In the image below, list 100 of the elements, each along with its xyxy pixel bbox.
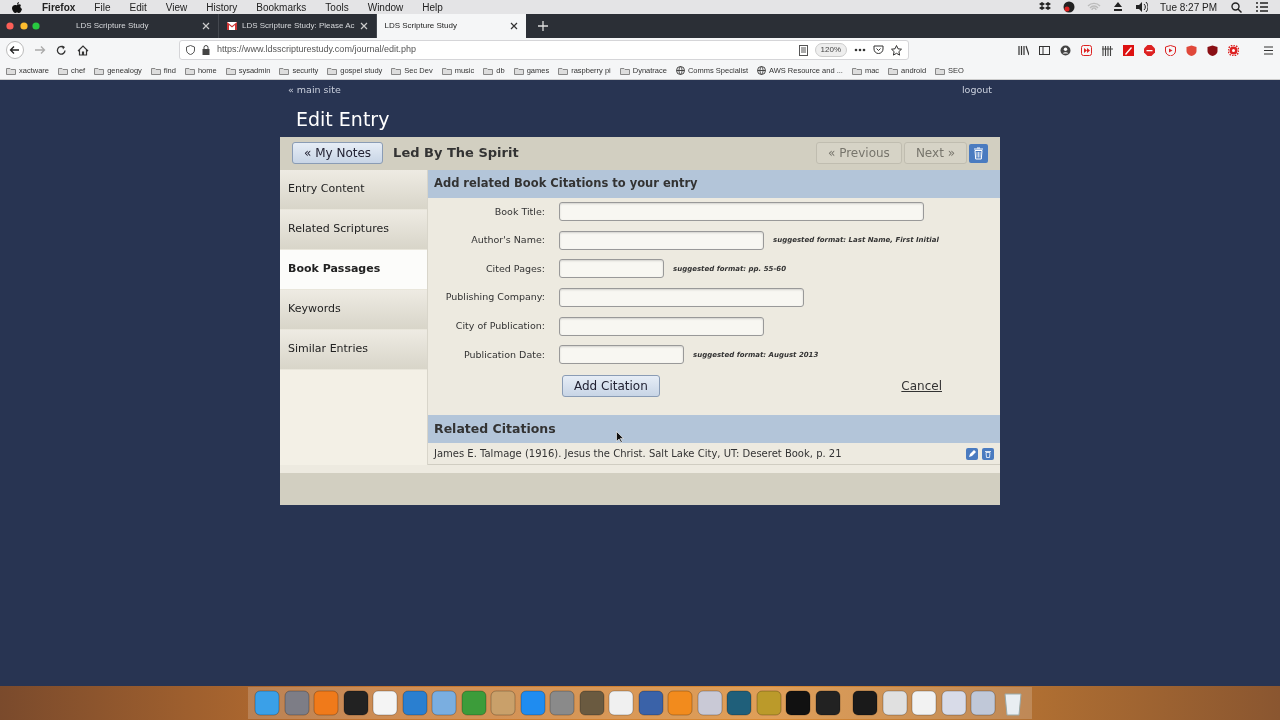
- address-bar[interactable]: https://www.ldsscripturestudy.com/journal/edit.php 120%: [179, 40, 909, 60]
- lock-icon: [202, 45, 210, 55]
- url-text: https://www.ldsscripturestudy.com/journal/edit.php: [217, 43, 417, 57]
- browser-tab[interactable]: LDS Scripture Study: [68, 14, 218, 38]
- cancel-link[interactable]: Cancel: [901, 377, 942, 396]
- folder-icon: [513, 66, 524, 75]
- folder-icon: [184, 66, 195, 75]
- more-icon[interactable]: [854, 48, 866, 52]
- app-icon[interactable]: [852, 690, 879, 716]
- text-field[interactable]: [559, 259, 664, 279]
- sidebar-item[interactable]: Book Passages: [280, 249, 427, 290]
- search-icon[interactable]: [1231, 1, 1242, 13]
- sidebar-item[interactable]: Entry Content: [280, 169, 427, 210]
- add-citation-button[interactable]: Add Citation: [562, 375, 660, 398]
- plus-icon[interactable]: [537, 21, 548, 31]
- entry-title: Led By The Spirit: [393, 144, 520, 163]
- apple-icon[interactable]: [12, 1, 22, 13]
- folder-icon: [483, 66, 494, 75]
- zoom-level[interactable]: 120%: [814, 43, 847, 57]
- pen-icon[interactable]: [1123, 44, 1134, 56]
- shield-icon: [186, 45, 195, 55]
- my-notes-button[interactable]: « My Notes: [292, 142, 384, 164]
- folder-icon: [851, 66, 862, 75]
- close-icon[interactable]: [509, 22, 518, 30]
- shield-icon[interactable]: [1207, 44, 1218, 56]
- account-icon[interactable]: [1060, 44, 1071, 56]
- logout-link[interactable]: logout: [961, 83, 992, 100]
- trash-icon[interactable]: [969, 143, 988, 163]
- folder-icon: [279, 66, 290, 75]
- section-heading: Related Citations: [428, 415, 1000, 444]
- app-icon[interactable]: [785, 690, 812, 716]
- clock[interactable]: Tue 8:27 PM: [1160, 0, 1217, 15]
- text-field[interactable]: [559, 345, 684, 365]
- citation-text: James E. Talmage (1916). Jesus the Christ. Salt Lake City, UT: Deseret Book, p. 21: [434, 447, 843, 462]
- folder-icon: [935, 66, 946, 75]
- app-menu[interactable]: Firefox: [42, 0, 76, 15]
- text-field[interactable]: [559, 316, 764, 336]
- app-icon[interactable]: [814, 690, 841, 716]
- play-shield-icon[interactable]: [1165, 44, 1176, 56]
- mouse-pointer-icon: [616, 431, 624, 443]
- menu-item[interactable]: Bookmarks: [256, 0, 307, 15]
- globe-icon: [675, 66, 685, 75]
- folder-icon: [150, 66, 161, 75]
- folder-icon: [6, 66, 16, 75]
- reader-view-icon[interactable]: [798, 44, 808, 56]
- text-field[interactable]: [559, 202, 924, 222]
- field-label: City of Publication:: [454, 319, 545, 334]
- folder-icon: [888, 66, 899, 75]
- record-icon[interactable]: [1063, 1, 1076, 13]
- menu-item[interactable]: Help: [422, 0, 443, 15]
- trash-icon[interactable]: [982, 447, 994, 460]
- field-label: Author's Name:: [470, 233, 545, 248]
- pencil-icon[interactable]: [966, 447, 978, 460]
- menu-item[interactable]: View: [165, 0, 188, 15]
- folder-icon: [327, 66, 338, 75]
- pocket-icon[interactable]: [873, 45, 884, 55]
- globe-icon: [756, 66, 766, 75]
- folder-icon: [94, 66, 105, 75]
- text-field[interactable]: [559, 230, 764, 250]
- menu-item[interactable]: File: [94, 0, 111, 15]
- sidebar-item[interactable]: Keywords: [280, 289, 427, 330]
- menu-item[interactable]: Tools: [325, 0, 349, 15]
- back-icon[interactable]: [6, 41, 24, 59]
- reload-icon[interactable]: [56, 44, 67, 56]
- shield-icon[interactable]: [1186, 44, 1197, 56]
- mail-icon: [227, 22, 237, 30]
- media-icon[interactable]: [1081, 44, 1092, 56]
- folder-icon: [225, 66, 236, 75]
- field-label: Publication Date:: [462, 347, 545, 362]
- volume-icon[interactable]: [1135, 1, 1149, 13]
- field-label: Publishing Company:: [444, 290, 545, 305]
- section-heading: Add related Book Citations to your entry: [428, 169, 1000, 198]
- browser-tab[interactable]: LDS Scripture Study: [375, 14, 526, 38]
- sidebar-item[interactable]: Similar Entries: [280, 329, 427, 370]
- sidebar-icon[interactable]: [1039, 44, 1050, 56]
- text-field[interactable]: [559, 288, 804, 308]
- columns-icon[interactable]: [1102, 44, 1113, 56]
- page-title: Edit Entry: [295, 107, 391, 132]
- main-site-link[interactable]: « main site: [288, 83, 341, 100]
- menu-item[interactable]: History: [206, 0, 238, 15]
- menu-item[interactable]: Edit: [129, 0, 147, 15]
- library-icon[interactable]: [1018, 44, 1029, 56]
- field-label: Book Title:: [493, 204, 545, 219]
- star-icon[interactable]: [891, 44, 902, 56]
- sidebar-item[interactable]: Related Scriptures: [280, 209, 427, 250]
- gear-icon[interactable]: [1228, 44, 1239, 56]
- home-icon[interactable]: [77, 44, 89, 56]
- folder-icon: [558, 66, 569, 75]
- dropbox-icon[interactable]: [1039, 1, 1052, 13]
- eject-icon[interactable]: [1113, 1, 1124, 13]
- menu-item[interactable]: Window: [367, 0, 404, 15]
- folder-icon: [619, 66, 630, 75]
- app-icon[interactable]: [726, 690, 753, 716]
- menu-icon[interactable]: [1263, 44, 1274, 56]
- folder-icon: [58, 66, 68, 75]
- folder-icon: [441, 66, 452, 75]
- app-icon[interactable]: [342, 690, 369, 716]
- folder-icon: [391, 66, 402, 75]
- stop-sign-icon[interactable]: [1144, 44, 1155, 56]
- list-icon[interactable]: [1256, 2, 1268, 12]
